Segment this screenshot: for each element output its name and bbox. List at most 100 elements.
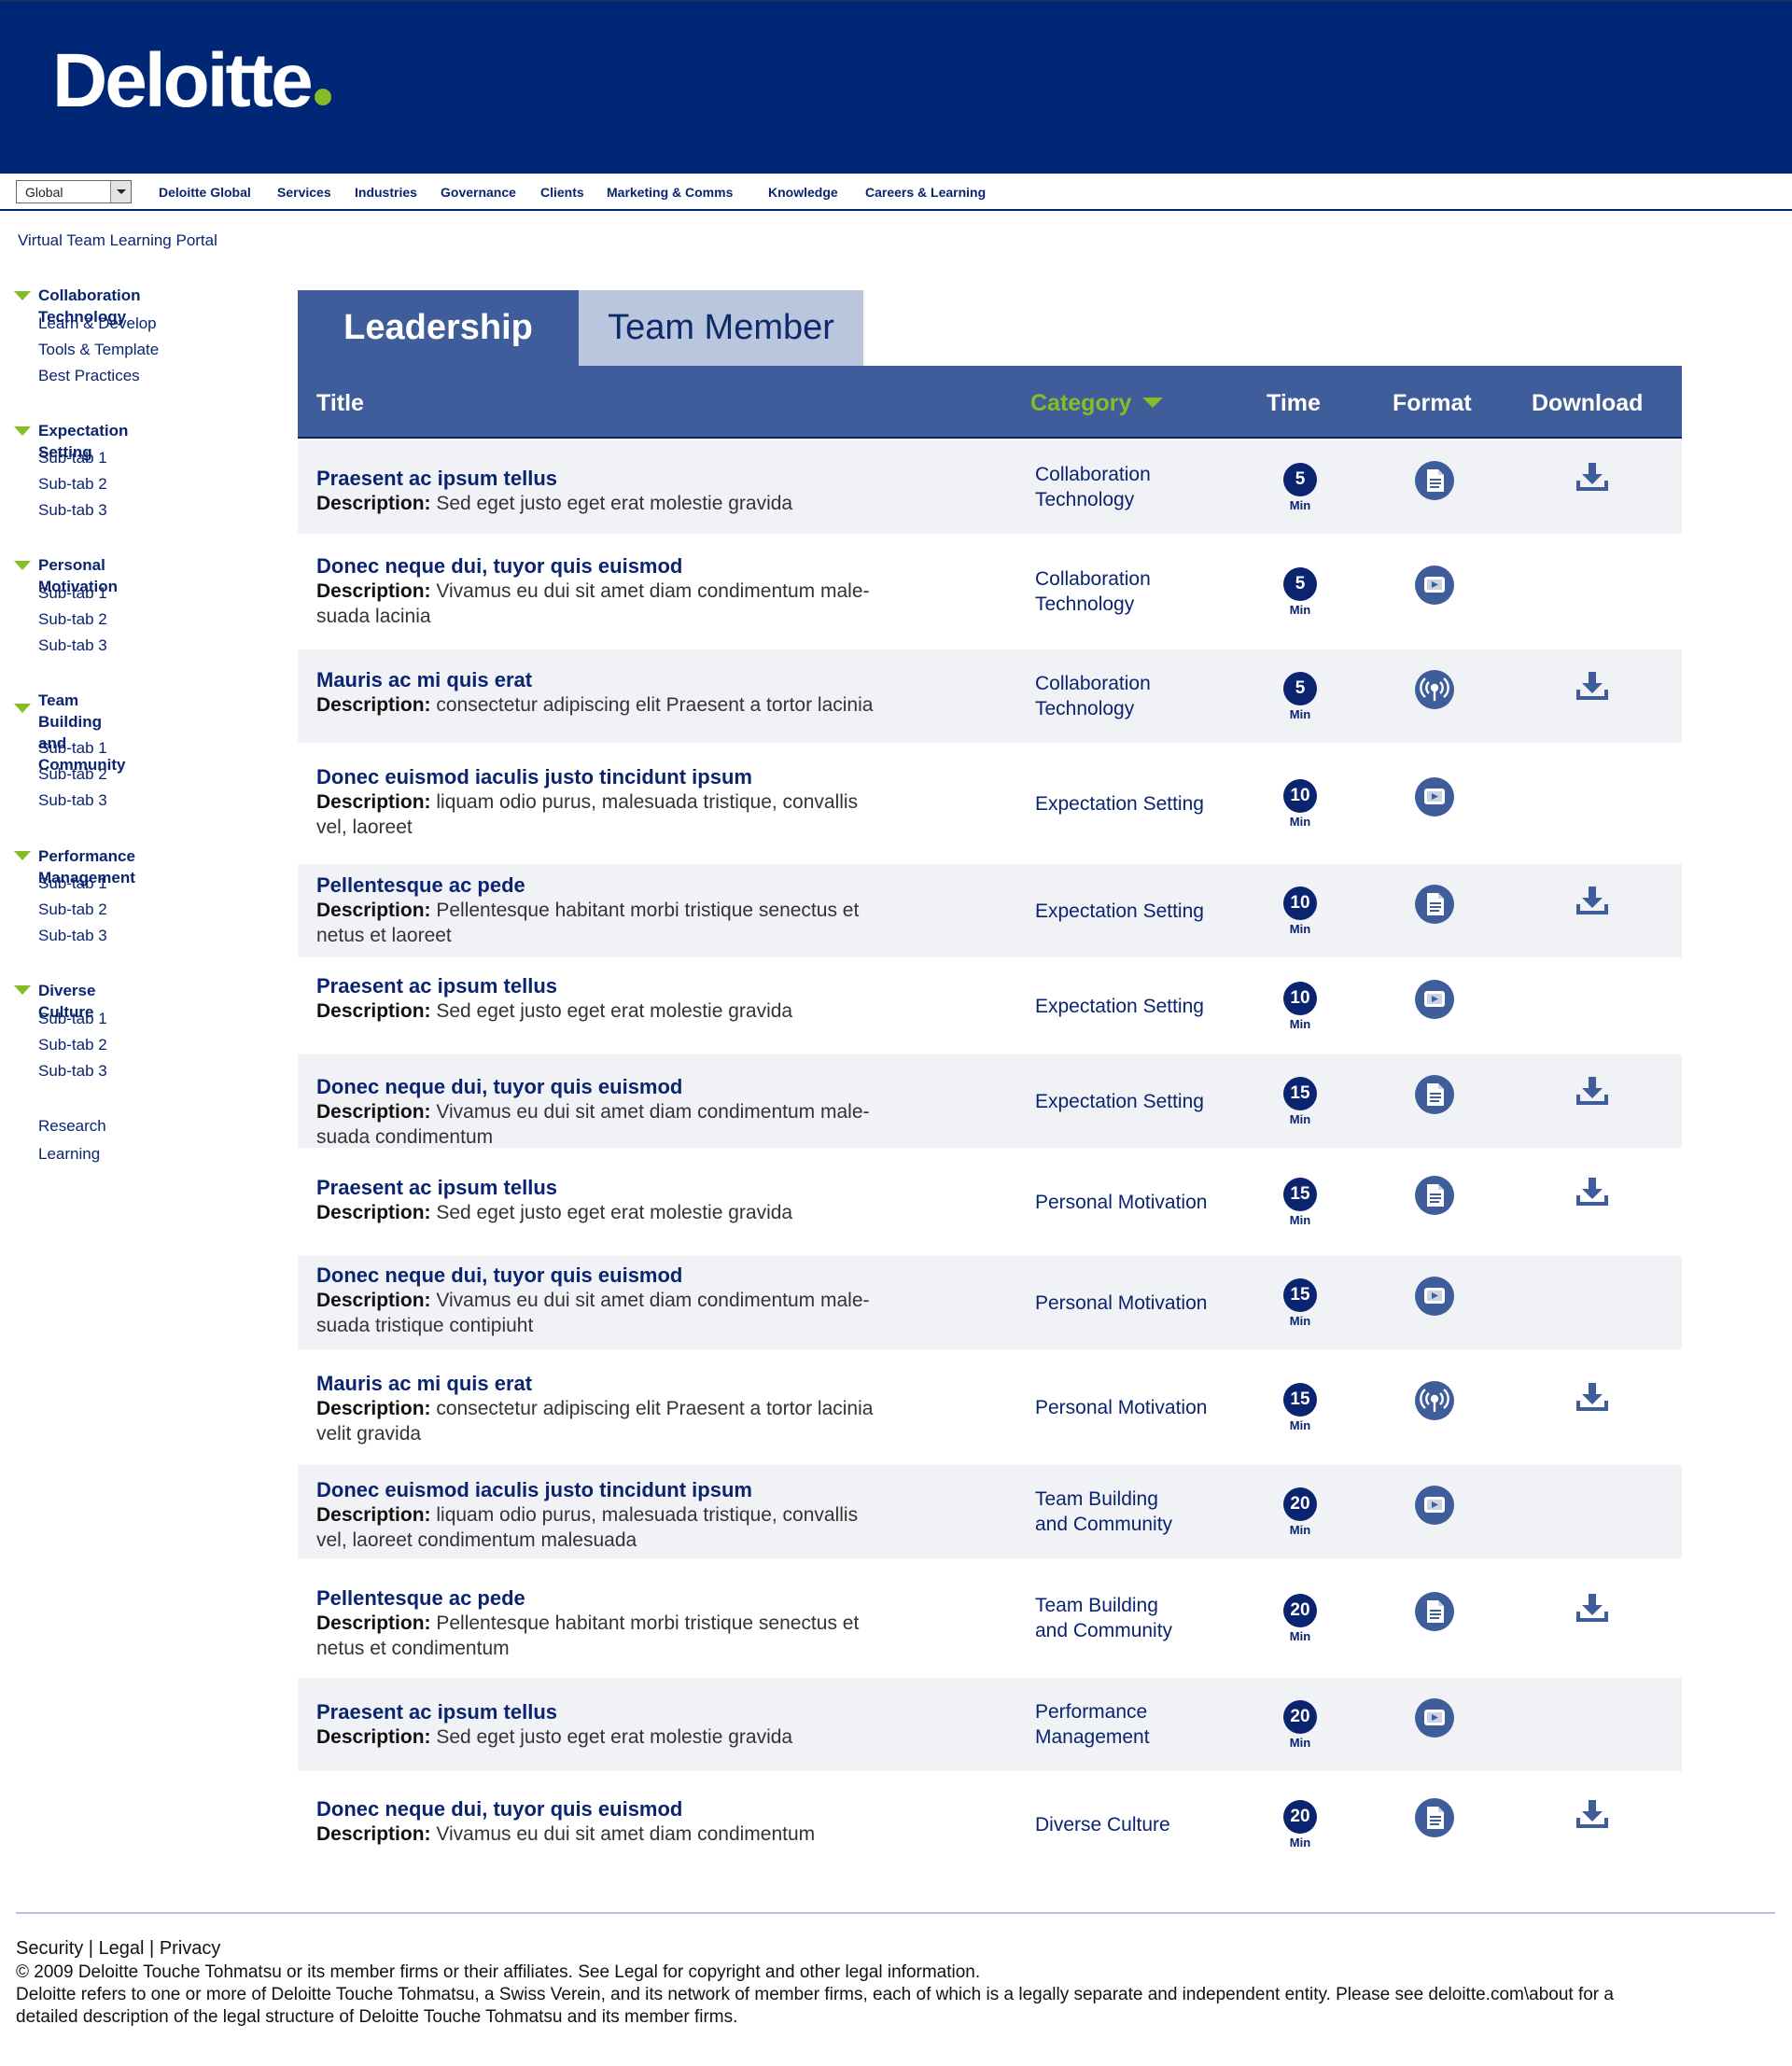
row-title-link[interactable]: Praesent ac ipsum tellus bbox=[316, 467, 557, 491]
row-category: Expectation Setting bbox=[1035, 900, 1204, 922]
nav-governance[interactable]: Governance bbox=[441, 185, 516, 200]
download-icon[interactable] bbox=[1573, 1381, 1612, 1415]
podcast-icon[interactable] bbox=[1415, 1381, 1454, 1420]
table-row[interactable]: Donec neque dui, tuyor quis euismod Descr… bbox=[298, 1054, 1682, 1148]
row-title-link[interactable]: Pellentesque ac pede bbox=[316, 1586, 525, 1611]
region-select[interactable]: Global bbox=[16, 180, 132, 203]
expand-triangle-icon[interactable] bbox=[14, 851, 31, 860]
table-row[interactable]: Praesent ac ipsum tellus Description: Sed… bbox=[298, 1678, 1682, 1771]
tab-leadership[interactable]: Leadership bbox=[298, 290, 579, 366]
document-icon[interactable] bbox=[1415, 1176, 1454, 1215]
document-icon[interactable] bbox=[1415, 1075, 1454, 1114]
sidebar-item-subtab[interactable]: Sub-tab 2 bbox=[38, 609, 107, 630]
sidebar-section-team-building[interactable]: Team Building and Community bbox=[38, 690, 126, 775]
chevron-down-icon[interactable] bbox=[110, 181, 131, 202]
video-icon[interactable] bbox=[1415, 1486, 1454, 1525]
download-icon[interactable] bbox=[1573, 1075, 1612, 1109]
portal-title[interactable]: Virtual Team Learning Portal bbox=[18, 231, 217, 250]
row-title-link[interactable]: Pellentesque ac pede bbox=[316, 873, 525, 898]
document-icon[interactable] bbox=[1415, 461, 1454, 500]
table-row[interactable]: Mauris ac mi quis erat Description: conse… bbox=[298, 649, 1682, 743]
sidebar-link-learning[interactable]: Learning bbox=[38, 1144, 100, 1165]
row-title-link[interactable]: Mauris ac mi quis erat bbox=[316, 1372, 532, 1396]
expand-triangle-icon[interactable] bbox=[14, 291, 31, 300]
download-icon[interactable] bbox=[1573, 885, 1612, 918]
video-icon[interactable] bbox=[1415, 1698, 1454, 1738]
table-row[interactable]: Donec neque dui, tuyor quis euismod Descr… bbox=[298, 1256, 1682, 1349]
sidebar-item-subtab[interactable]: Sub-tab 1 bbox=[38, 873, 107, 894]
sidebar-item-subtab[interactable]: Sub-tab 1 bbox=[38, 583, 107, 604]
video-icon[interactable] bbox=[1415, 980, 1454, 1019]
expand-triangle-icon[interactable] bbox=[14, 426, 31, 436]
expand-triangle-icon[interactable] bbox=[14, 561, 31, 570]
sidebar-item-subtab[interactable]: Sub-tab 1 bbox=[38, 448, 107, 468]
row-title-link[interactable]: Praesent ac ipsum tellus bbox=[316, 974, 557, 998]
row-category: Expectation Setting bbox=[1035, 793, 1204, 815]
document-icon[interactable] bbox=[1415, 1798, 1454, 1837]
video-icon[interactable] bbox=[1415, 777, 1454, 817]
time-badge: 10 Min bbox=[1276, 779, 1324, 829]
download-icon[interactable] bbox=[1573, 1176, 1612, 1209]
download-icon[interactable] bbox=[1573, 1798, 1612, 1832]
sort-down-icon[interactable] bbox=[1142, 397, 1164, 408]
table-row[interactable]: Donec neque dui, tuyor quis euismod Descr… bbox=[298, 1773, 1682, 1876]
tab-team-member[interactable]: Team Member bbox=[579, 290, 863, 366]
download-icon[interactable] bbox=[1573, 461, 1612, 495]
row-title-link[interactable]: Donec euismod iaculis justo tincidunt ip… bbox=[316, 1478, 752, 1502]
document-icon[interactable] bbox=[1415, 885, 1454, 924]
sidebar-item-tools-template[interactable]: Tools & Template bbox=[38, 340, 159, 360]
row-title-link[interactable]: Donec euismod iaculis justo tincidunt ip… bbox=[316, 765, 752, 789]
sidebar-item-subtab[interactable]: Sub-tab 3 bbox=[38, 1061, 107, 1082]
table-row[interactable]: Praesent ac ipsum tellus Description: Sed… bbox=[298, 440, 1682, 534]
sidebar-item-subtab[interactable]: Sub-tab 3 bbox=[38, 635, 107, 656]
table-row[interactable]: Pellentesque ac pede Description: Pellent… bbox=[298, 864, 1682, 957]
sidebar-item-subtab[interactable]: Sub-tab 1 bbox=[38, 1009, 107, 1029]
sidebar-item-subtab[interactable]: Sub-tab 3 bbox=[38, 790, 107, 811]
row-title-link[interactable]: Donec neque dui, tuyor quis euismod bbox=[316, 1075, 682, 1099]
sidebar-item-best-practices[interactable]: Best Practices bbox=[38, 366, 140, 386]
download-icon[interactable] bbox=[1573, 1592, 1612, 1626]
table-row[interactable]: Donec euismod iaculis justo tincidunt ip… bbox=[298, 1465, 1682, 1558]
row-title-link[interactable]: Donec neque dui, tuyor quis euismod bbox=[316, 1797, 682, 1822]
document-icon[interactable] bbox=[1415, 1592, 1454, 1631]
table-row[interactable]: Praesent ac ipsum tellus Description: Sed… bbox=[298, 959, 1682, 1053]
sidebar-item-subtab[interactable]: Sub-tab 2 bbox=[38, 1035, 107, 1055]
sidebar-item-learn-develop[interactable]: Learn & Develop bbox=[38, 314, 157, 334]
nav-deloitte-global[interactable]: Deloitte Global bbox=[159, 185, 251, 200]
sidebar-item-subtab[interactable]: Sub-tab 2 bbox=[38, 764, 107, 785]
video-icon[interactable] bbox=[1415, 1277, 1454, 1316]
table-row[interactable]: Donec euismod iaculis justo tincidunt ip… bbox=[298, 745, 1682, 862]
footer-link-security[interactable]: Security bbox=[16, 1938, 83, 1959]
nav-knowledge[interactable]: Knowledge bbox=[768, 185, 838, 200]
sidebar-item-subtab[interactable]: Sub-tab 3 bbox=[38, 500, 107, 521]
download-icon[interactable] bbox=[1573, 670, 1612, 704]
nav-industries[interactable]: Industries bbox=[355, 185, 417, 200]
sidebar-link-research[interactable]: Research bbox=[38, 1116, 106, 1137]
row-title-link[interactable]: Donec neque dui, tuyor quis euismod bbox=[316, 1263, 682, 1288]
sidebar-item-subtab[interactable]: Sub-tab 1 bbox=[38, 738, 107, 759]
nav-clients[interactable]: Clients bbox=[540, 185, 584, 200]
podcast-icon[interactable] bbox=[1415, 670, 1454, 709]
nav-marketing-comms[interactable]: Marketing & Comms bbox=[607, 185, 733, 200]
expand-triangle-icon[interactable] bbox=[14, 985, 31, 995]
row-title-link[interactable]: Mauris ac mi quis erat bbox=[316, 668, 532, 692]
nav-careers-learning[interactable]: Careers & Learning bbox=[865, 185, 986, 200]
table-row[interactable]: Mauris ac mi quis erat Description: conse… bbox=[298, 1351, 1682, 1463]
deloitte-logo[interactable]: Deloitte bbox=[52, 43, 331, 119]
sidebar-item-subtab[interactable]: Sub-tab 3 bbox=[38, 926, 107, 946]
expand-triangle-icon[interactable] bbox=[14, 704, 31, 713]
video-icon[interactable] bbox=[1415, 565, 1454, 605]
footer-link-legal[interactable]: Legal bbox=[99, 1938, 145, 1959]
table-row[interactable]: Donec neque dui, tuyor quis euismod Descr… bbox=[298, 536, 1682, 648]
nav-services[interactable]: Services bbox=[277, 185, 331, 200]
row-title-link[interactable]: Praesent ac ipsum tellus bbox=[316, 1176, 557, 1200]
row-title-link[interactable]: Praesent ac ipsum tellus bbox=[316, 1700, 557, 1724]
table-row[interactable]: Pellentesque ac pede Description: Pellent… bbox=[298, 1560, 1682, 1676]
sidebar-item-subtab[interactable]: Sub-tab 2 bbox=[38, 900, 107, 920]
table-row[interactable]: Praesent ac ipsum tellus Description: Sed… bbox=[298, 1150, 1682, 1254]
row-title-link[interactable]: Donec neque dui, tuyor quis euismod bbox=[316, 554, 682, 579]
column-header-category[interactable]: Category bbox=[1030, 390, 1164, 417]
time-badge: 10 Min bbox=[1276, 886, 1324, 936]
footer-link-privacy[interactable]: Privacy bbox=[160, 1938, 221, 1959]
sidebar-item-subtab[interactable]: Sub-tab 2 bbox=[38, 474, 107, 495]
